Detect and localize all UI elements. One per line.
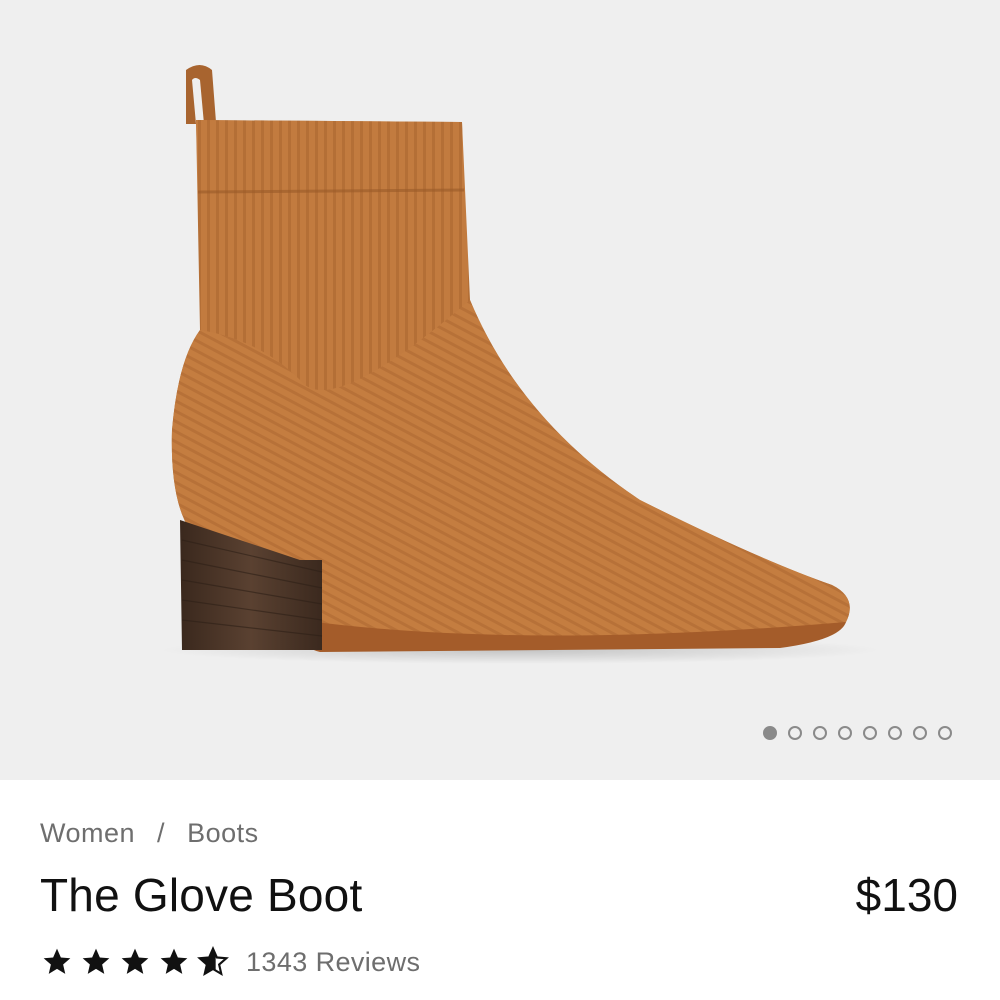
product-info: Women / Boots The Glove Boot $130 1343 R…: [0, 780, 1000, 1000]
star-full-icon: [157, 946, 191, 978]
star-full-icon: [40, 946, 74, 978]
gallery-pagination: [763, 726, 952, 740]
rating-summary[interactable]: 1343 Reviews: [40, 946, 420, 978]
gallery-dot[interactable]: [913, 726, 927, 740]
breadcrumb-link-women[interactable]: Women: [40, 818, 135, 849]
breadcrumb: Women / Boots: [40, 818, 259, 849]
product-image-gallery[interactable]: [0, 0, 1000, 780]
star-full-icon: [79, 946, 113, 978]
gallery-dot[interactable]: [838, 726, 852, 740]
gallery-dot[interactable]: [888, 726, 902, 740]
star-half-icon: [196, 946, 230, 978]
breadcrumb-separator: /: [157, 818, 166, 848]
product-price: $130: [855, 869, 958, 921]
gallery-dot[interactable]: [813, 726, 827, 740]
reviews-link[interactable]: 1343 Reviews: [246, 947, 420, 978]
gallery-dot[interactable]: [763, 726, 777, 740]
star-rating: [40, 946, 230, 978]
product-title: The Glove Boot: [40, 869, 363, 921]
star-full-icon: [118, 946, 152, 978]
gallery-dot[interactable]: [938, 726, 952, 740]
product-page: Women / Boots The Glove Boot $130 1343 R…: [0, 0, 1000, 1000]
breadcrumb-link-boots[interactable]: Boots: [187, 818, 259, 849]
gallery-dot[interactable]: [863, 726, 877, 740]
boot-image: [160, 65, 880, 664]
gallery-dot[interactable]: [788, 726, 802, 740]
